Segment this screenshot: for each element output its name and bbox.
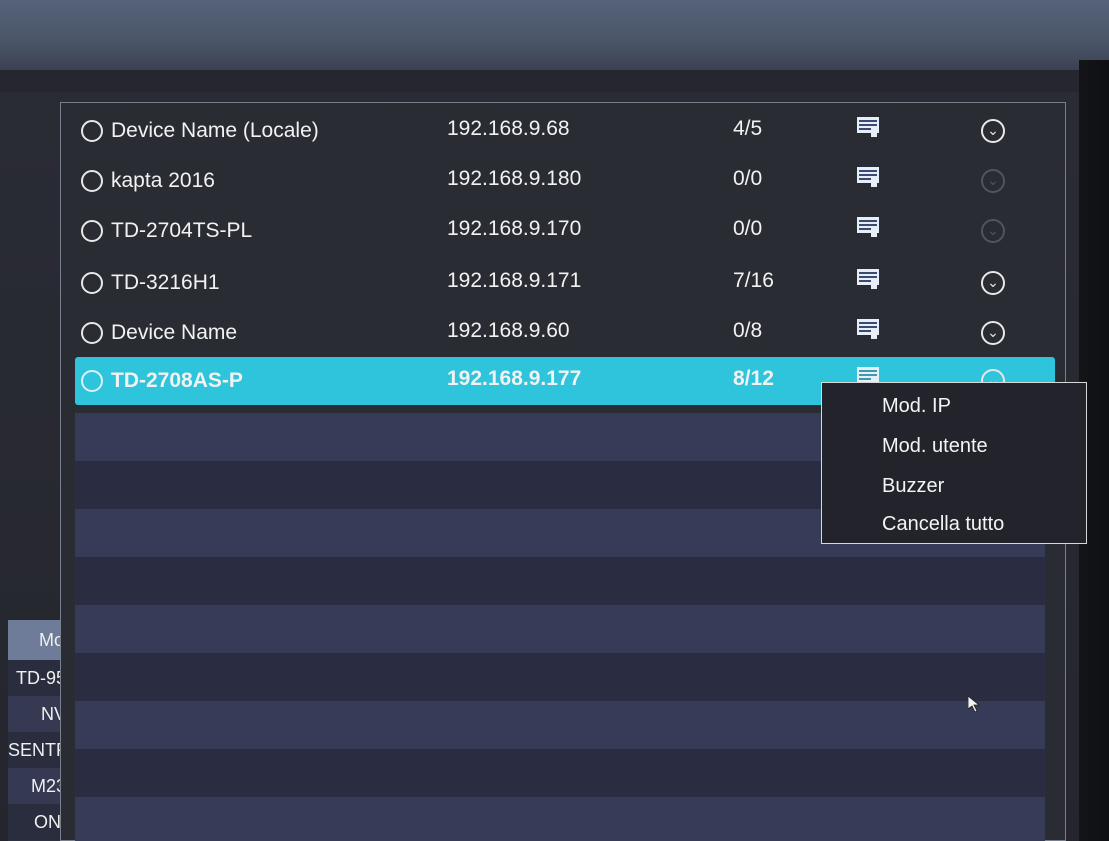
chevron-down-circle-icon[interactable]: ⌄ (981, 321, 1005, 345)
device-row[interactable]: TD-3216H1 192.168.9.171 7/16 ⌄ (75, 259, 1055, 307)
background-list-row[interactable]: M23 (8, 768, 68, 804)
device-row[interactable]: kapta 2016 192.168.9.180 0/0 ⌄ (75, 157, 1055, 205)
menu-item-mod-utente[interactable]: Mod. utente (882, 435, 988, 458)
device-ip: 192.168.9.171 (447, 269, 582, 292)
device-channels: 8/12 (733, 367, 774, 390)
menu-item-cancella-tutto[interactable]: Cancella tutto (882, 513, 1004, 536)
list-icon[interactable] (857, 269, 881, 289)
background-list-header: Mo (8, 620, 68, 660)
device-ip: 192.168.9.60 (447, 319, 570, 342)
device-channels: 7/16 (733, 269, 774, 292)
radio-icon[interactable] (81, 220, 103, 242)
background-list-row[interactable]: TD-95 (8, 660, 68, 696)
device-ip: 192.168.9.170 (447, 217, 582, 240)
device-ip: 192.168.9.180 (447, 167, 582, 190)
radio-icon[interactable] (81, 170, 103, 192)
device-row[interactable]: Device Name (Locale) 192.168.9.68 4/5 ⌄ (75, 107, 1055, 155)
top-band (0, 0, 1109, 70)
device-name: TD-3216H1 (111, 271, 220, 294)
background-list-row[interactable]: NV (8, 696, 68, 732)
background-list-row[interactable]: SENTR (8, 732, 68, 768)
device-name: Device Name (Locale) (111, 119, 319, 142)
device-channels: 0/0 (733, 217, 763, 240)
device-ip: 192.168.9.68 (447, 117, 570, 140)
radio-icon[interactable] (81, 120, 103, 142)
device-name: TD-2704TS-PL (111, 219, 253, 242)
device-ip: 192.168.9.177 (447, 367, 582, 390)
list-icon[interactable] (857, 217, 881, 237)
list-icon[interactable] (857, 167, 881, 187)
background-list-row[interactable]: ONI (8, 804, 68, 840)
mouse-pointer-icon (968, 696, 981, 712)
chevron-down-circle-icon[interactable]: ⌄ (981, 169, 1005, 193)
radio-icon[interactable] (81, 370, 103, 392)
screen: Mo TD-95 NV SENTR M23 ONI Device Name (L… (0, 0, 1109, 841)
list-icon[interactable] (857, 319, 881, 339)
device-channels: 0/0 (733, 167, 763, 190)
title-bar (0, 70, 1109, 92)
device-channels: 4/5 (733, 117, 763, 140)
radio-icon[interactable] (81, 272, 103, 294)
menu-item-mod-ip[interactable]: Mod. IP (882, 395, 951, 418)
device-channels: 0/8 (733, 319, 763, 342)
context-menu: Mod. IP Mod. utente Buzzer Cancella tutt… (821, 382, 1087, 544)
chevron-down-circle-icon[interactable]: ⌄ (981, 271, 1005, 295)
device-name: Device Name (111, 321, 238, 344)
device-row[interactable]: TD-2704TS-PL 192.168.9.170 0/0 ⌄ (75, 207, 1055, 255)
chevron-down-circle-icon[interactable]: ⌄ (981, 219, 1005, 243)
radio-icon[interactable] (81, 322, 103, 344)
device-name: kapta 2016 (111, 169, 215, 192)
device-name: TD-2708AS-P (111, 369, 243, 392)
device-row[interactable]: Device Name 192.168.9.60 0/8 ⌄ (75, 309, 1055, 357)
background-model-list: Mo TD-95 NV SENTR M23 ONI (8, 620, 68, 841)
list-icon[interactable] (857, 117, 881, 137)
menu-item-buzzer[interactable]: Buzzer (882, 475, 944, 498)
chevron-down-circle-icon[interactable]: ⌄ (981, 119, 1005, 143)
